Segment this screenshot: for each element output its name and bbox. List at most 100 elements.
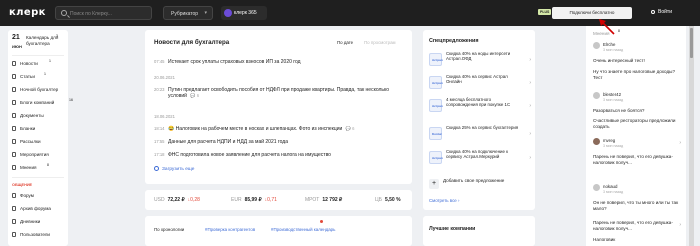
- sidebar-item-opinions[interactable]: Мнения 8: [12, 163, 66, 173]
- news-date: 20.06.2021: [154, 75, 175, 80]
- add-offer-button[interactable]: + Добавить свое предложение: [429, 178, 504, 189]
- document-icon: [12, 113, 16, 118]
- post-author: nokaud: [603, 184, 618, 189]
- top-bar: клерк Поиск по Клерку... Рубрикатор ▾ кл…: [0, 0, 700, 26]
- offer-item[interactable]: Астрал Скидка 40% на подключение к серви…: [429, 148, 533, 168]
- sidebar-item-diaries[interactable]: Дневники: [12, 218, 66, 227]
- rate-cb[interactable]: ЦБ 5,50 %: [375, 197, 401, 203]
- rate-mrot[interactable]: МРОТ 12 792 ₽: [305, 197, 342, 203]
- currency-rates-strip: USD 72,22 ₽ ↓0,28 EUR 85,99 ₽ ↓0,71 МРОТ 12 7…: [145, 190, 412, 210]
- avatar: [593, 138, 600, 145]
- site-logo[interactable]: клерк: [9, 7, 46, 18]
- sidebar-item-mailings[interactable]: Рассылки: [12, 138, 66, 147]
- post-author: Elrche: [603, 42, 616, 47]
- offer-text: Скидка 40% на подключение к сервису Астр…: [446, 149, 509, 160]
- scrollbar-thumb[interactable]: [690, 28, 693, 58]
- sidebar-item-documents[interactable]: Документы: [12, 112, 66, 121]
- sidebar-item-night-accountant[interactable]: Ночной бухгалтер: [12, 86, 66, 95]
- rate-usd[interactable]: USD 72,22 ₽ ↓0,28: [154, 197, 200, 203]
- news-title: Новости для бухгалтера: [154, 39, 230, 46]
- users-icon: [12, 232, 16, 237]
- archive-icon: [12, 206, 16, 211]
- clerk365-button[interactable]: клерк 365: [221, 6, 267, 20]
- post-text: Счастливые рестораторы предложили создат…: [593, 118, 676, 129]
- chronology-label: По хронологии: [154, 227, 185, 232]
- post-text: Налоговик: [593, 237, 616, 242]
- rate-delta: ↓0,71: [264, 197, 277, 203]
- subscribe-button[interactable]: Подключи бесплатно: [552, 7, 632, 19]
- filter-by-views[interactable]: По просмотрам: [364, 40, 396, 45]
- pin-icon: [320, 220, 323, 223]
- post-text: Он не поверил, что ты много или ты так м…: [593, 200, 679, 211]
- filter-by-date[interactable]: По дате: [337, 40, 353, 45]
- news-date: 18.06.2021: [154, 114, 175, 119]
- sidebar-item-label: Документы: [20, 113, 44, 118]
- form-icon: [12, 126, 16, 131]
- scrollbar[interactable]: [689, 26, 694, 246]
- mail-icon: [12, 139, 16, 144]
- search-input[interactable]: Поиск по Клерку...: [55, 6, 152, 20]
- feed-post[interactable]: Парень не поверил, что его девушка-налог…: [593, 220, 681, 234]
- sidebar-item-events[interactable]: Мероприятия: [12, 151, 66, 160]
- feed-post[interactable]: Счастливые рестораторы предложили создат…: [593, 118, 681, 132]
- news-text: Путин предлагает освободить пособия от Н…: [168, 87, 390, 99]
- offer-item[interactable]: Астрал 4 месяца бесплатного сопровождени…: [429, 96, 533, 116]
- feed-post[interactable]: blester42 3 мин назад Разорваться не боя…: [593, 92, 681, 114]
- rubricator-label: Рубрикатор: [171, 11, 199, 17]
- offer-logo: Астрал: [429, 151, 443, 164]
- search-placeholder: Поиск по Клерку...: [70, 11, 112, 17]
- sidebar-item-count: 16: [69, 98, 73, 102]
- hashtag-link[interactable]: #Производственный календарь: [271, 227, 335, 232]
- post-text: Ну что знаете про налоговые доходы? Тест: [593, 69, 676, 80]
- feed-post[interactable]: nokaud 3 мин назад Он не поверил, что ты…: [593, 184, 681, 211]
- accountant-calendar[interactable]: 21 ИЮН Календарь для бухгалтера 3: [12, 33, 66, 55]
- offer-item[interactable]: Астрал Скидка 40% на ноды интерсети Астр…: [429, 50, 533, 70]
- rate-eur[interactable]: EUR 85,99 ₽ ↓0,71: [231, 197, 277, 203]
- sidebar-item-news[interactable]: Новости 1: [12, 59, 66, 69]
- rate-key: ЦБ: [375, 197, 382, 203]
- feed-post[interactable]: Elrche 3 мин назад Очень интересный тест…: [593, 42, 681, 64]
- forum-icon: [12, 193, 16, 198]
- offer-logo: Астрал: [429, 99, 443, 112]
- post-time: 3 мин назад: [603, 190, 624, 194]
- rate-delta: ↓0,28: [187, 197, 200, 203]
- sidebar-item-users[interactable]: Пользователи: [12, 231, 66, 240]
- hashtag-link[interactable]: #Проверка контрагентов: [205, 227, 255, 232]
- rate-key: МРОТ: [305, 197, 320, 203]
- feed-post[interactable]: mvreg 3 мин назад Парень не поверил, что…: [593, 138, 681, 172]
- sidebar-item-company-blogs[interactable]: Блоги компаний 16: [12, 98, 73, 108]
- news-icon: [12, 61, 16, 66]
- sidebar-item-forum-archive[interactable]: Архив форума: [12, 205, 66, 214]
- sidebar-item-count: 1: [44, 72, 46, 76]
- rate-key: USD: [154, 197, 165, 203]
- offer-item[interactable]: Астрал Скидка 40% на сервис Астрал Онлай…: [429, 73, 533, 93]
- offer-text: 4 месяца бесплатного сопровождения при п…: [446, 97, 511, 108]
- post-text: Разорваться не боятся?: [593, 108, 645, 113]
- feed-post[interactable]: Ну что знаете про налоговые доходы? Тест: [593, 69, 681, 83]
- sidebar-item-label: Рассылки: [20, 139, 41, 144]
- clerk365-icon: [224, 9, 232, 17]
- sidebar-item-label: Бланки: [20, 126, 36, 131]
- offer-logo: Kontur: [429, 127, 442, 140]
- see-all-offers-link[interactable]: Смотреть все ›: [429, 198, 459, 203]
- article-icon: [12, 74, 16, 79]
- sidebar-item-label: Новости: [20, 61, 38, 66]
- offer-logo: Астрал: [429, 76, 443, 89]
- avatar: [593, 42, 600, 49]
- chevron-right-icon: ›: [529, 80, 531, 86]
- login-button[interactable]: Войти: [651, 9, 672, 15]
- chronology-strip: По хронологии #Проверка контрагентов #Пр…: [145, 216, 412, 246]
- sidebar-item-forms[interactable]: Бланки: [12, 125, 66, 134]
- clerk365-label: клерк 365: [234, 10, 257, 16]
- left-sidebar: 21 ИЮН Календарь для бухгалтера 3 Новост…: [8, 30, 73, 246]
- chevron-right-icon: ›: [529, 155, 531, 161]
- sidebar-item-forum[interactable]: Форум: [12, 192, 66, 201]
- offer-item[interactable]: Kontur Скидка 25% на сервис бухгалтерия …: [429, 124, 533, 144]
- load-more-button[interactable]: Загрузить еще: [154, 166, 194, 172]
- sidebar-item-articles[interactable]: Статьи 1: [12, 72, 66, 82]
- rubricator-button[interactable]: Рубрикатор ▾: [163, 6, 213, 20]
- post-author: blester42: [603, 92, 622, 97]
- offer-text: Скидка 40% на сервис Астрал Онлайн: [446, 74, 508, 85]
- feed-post[interactable]: Налоговик: [593, 237, 681, 245]
- feed-count: 8: [618, 29, 620, 33]
